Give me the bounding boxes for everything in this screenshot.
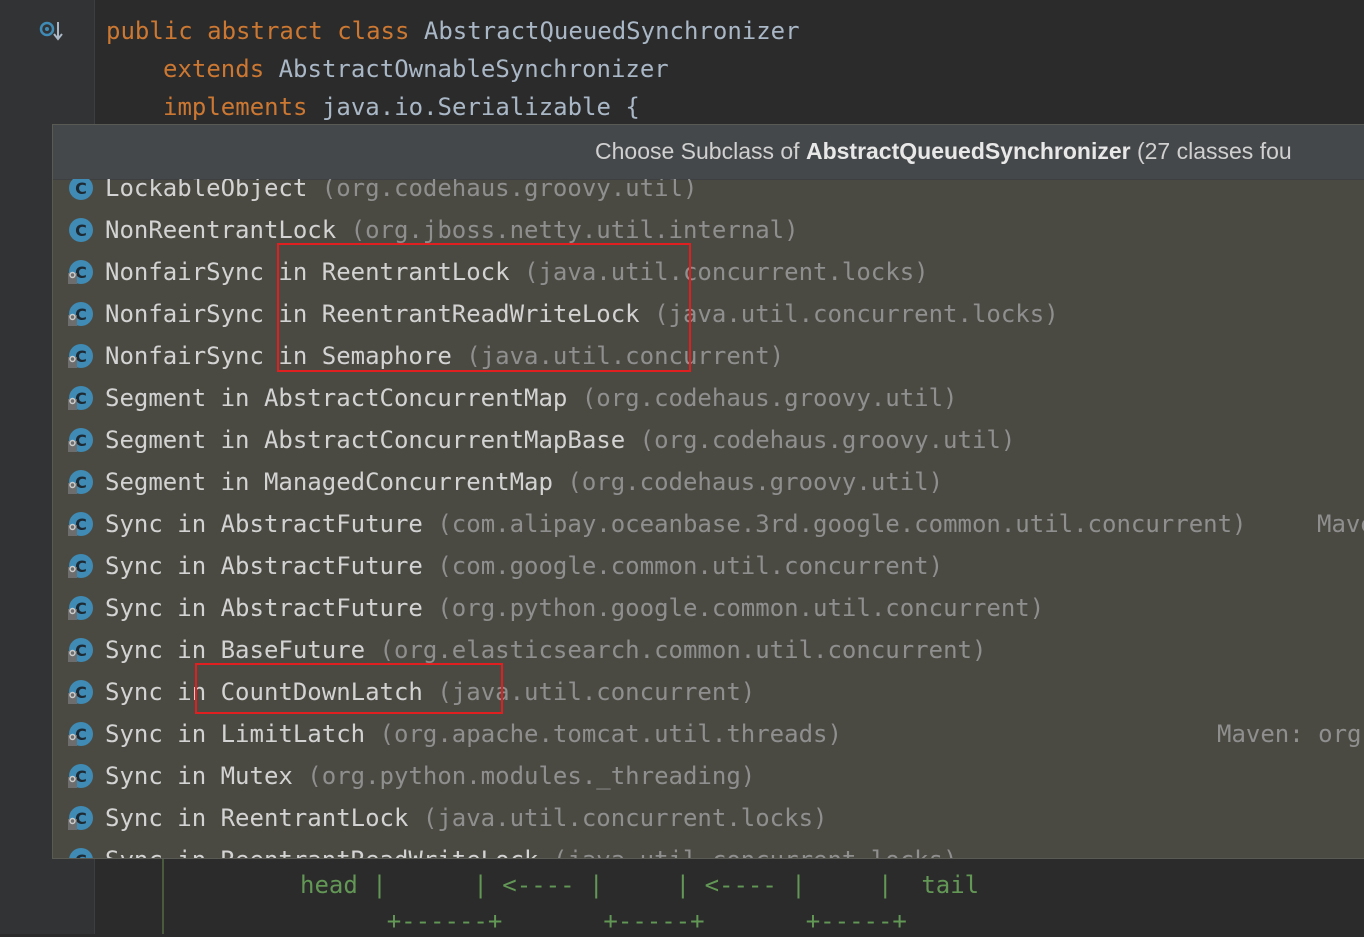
- subclass-list-item[interactable]: C Segment in ManagedConcurrentMap (org.co…: [53, 461, 1364, 503]
- subclass-package: (java.util.concurrent.locks): [408, 804, 828, 832]
- class-icon: C: [67, 804, 95, 832]
- code-line-extends: extends AbstractOwnableSynchronizer: [163, 53, 669, 85]
- interface-name[interactable]: java.io.Serializable {: [308, 93, 640, 121]
- subclass-name: LockableObject (org.codehaus.groovy.util…: [105, 179, 697, 206]
- subclass-package: (com.alipay.oceanbase.3rd.google.common.…: [422, 510, 1247, 538]
- subclass-list-item[interactable]: C NonfairSync in ReentrantLock (java.util…: [53, 251, 1364, 293]
- subclass-package: (org.elasticsearch.common.util.concurren…: [365, 636, 987, 664]
- class-icon: C: [67, 636, 95, 664]
- subclass-package: (org.python.modules._threading): [292, 762, 756, 790]
- subclass-list-item[interactable]: C LockableObject (org.codehaus.groovy.uti…: [53, 179, 1364, 209]
- subclass-name: Segment in AbstractConcurrentMap (org.co…: [105, 384, 958, 412]
- comment-line: +------+ +-----+ +-----+: [300, 907, 907, 935]
- subclass-name: Sync in AbstractFuture (com.alipay.ocean…: [105, 510, 1247, 538]
- class-icon: C: [67, 258, 95, 286]
- class-icon: C: [67, 216, 95, 244]
- subclass-list-item[interactable]: C NonfairSync in Semaphore (java.util.con…: [53, 335, 1364, 377]
- keyword: extends: [163, 55, 265, 83]
- class-icon: C: [67, 552, 95, 580]
- subclass-name: Sync in ReentrantLock (java.util.concurr…: [105, 804, 828, 832]
- subclass-package: (org.codehaus.groovy.util): [307, 179, 698, 202]
- popup-title: Choose Subclass of AbstractQueuedSynchro…: [595, 138, 1292, 164]
- subclass-list-item[interactable]: C Sync in LimitLatch (org.apache.tomcat.u…: [53, 713, 1364, 755]
- class-icon: C: [67, 342, 95, 370]
- subclass-name: Sync in ReentrantReadWriteLock (java.uti…: [105, 842, 958, 858]
- class-icon: C: [67, 720, 95, 748]
- subclass-list-item[interactable]: C Sync in ReentrantLock (java.util.concur…: [53, 797, 1364, 839]
- subclass-list-item[interactable]: C Sync in Mutex (org.python.modules._thre…: [53, 755, 1364, 797]
- code-line-class-declaration: public abstract class AbstractQueuedSync…: [106, 15, 800, 47]
- choose-subclass-popup[interactable]: Choose Subclass of AbstractQueuedSynchro…: [52, 124, 1364, 859]
- subclass-list-item[interactable]: C NonfairSync in ReentrantReadWriteLock (…: [53, 293, 1364, 335]
- code-line-implements: implements java.io.Serializable {: [163, 91, 640, 123]
- subclass-list[interactable]: C LockableObject (org.codehaus.groovy.uti…: [53, 179, 1364, 858]
- class-icon: C: [67, 300, 95, 328]
- class-icon: C: [67, 846, 95, 858]
- subclass-name: Sync in AbstractFuture (org.python.googl…: [105, 594, 1045, 622]
- subclass-name: Segment in ManagedConcurrentMap (org.cod…: [105, 468, 944, 496]
- class-icon: C: [67, 594, 95, 622]
- class-icon: C: [67, 762, 95, 790]
- subclass-name: Sync in Mutex (org.python.modules._threa…: [105, 762, 756, 790]
- subclass-package: (java.util.concurrent.locks): [639, 300, 1059, 328]
- implemented-override-icon[interactable]: [38, 18, 64, 44]
- subclass-package: (org.codehaus.groovy.util): [552, 468, 944, 496]
- subclass-list-item[interactable]: C Segment in AbstractConcurrentMapBase (o…: [53, 419, 1364, 461]
- comment-line: head | | <---- | | <---- | | tail: [300, 871, 980, 899]
- subclass-list-item[interactable]: C Sync in ReentrantReadWriteLock (java.ut…: [53, 839, 1364, 858]
- class-icon: C: [67, 179, 95, 202]
- library-label: Mave: [1317, 510, 1364, 538]
- subclass-list-item[interactable]: C NonReentrantLock (org.jboss.netty.util.…: [53, 209, 1364, 251]
- subclass-list-item[interactable]: C Sync in AbstractFuture (org.python.goog…: [53, 587, 1364, 629]
- svg-text:C: C: [75, 851, 87, 858]
- subclass-package: (com.google.common.util.concurrent): [422, 552, 944, 580]
- class-icon: C: [67, 384, 95, 412]
- subclass-name: Segment in AbstractConcurrentMapBase (or…: [105, 426, 1016, 454]
- class-icon: C: [67, 426, 95, 454]
- subclass-package: (org.codehaus.groovy.util): [625, 426, 1016, 454]
- keyword: public abstract class: [106, 17, 410, 45]
- subclass-package: (java.util.concurrent.locks): [538, 846, 958, 858]
- subclass-package: (org.jboss.netty.util.internal): [336, 216, 799, 244]
- class-icon: C: [67, 678, 95, 706]
- subclass-list-item[interactable]: C Segment in AbstractConcurrentMap (org.c…: [53, 377, 1364, 419]
- indent-guide: [162, 858, 164, 934]
- class-icon: C: [67, 510, 95, 538]
- subclass-name: Sync in AbstractFuture (com.google.commo…: [105, 552, 944, 580]
- svg-text:C: C: [75, 179, 87, 198]
- subclass-list-item[interactable]: C Sync in AbstractFuture (com.google.comm…: [53, 545, 1364, 587]
- library-label: Maven: org: [1217, 720, 1362, 748]
- superclass-name[interactable]: AbstractOwnableSynchronizer: [264, 55, 669, 83]
- class-icon: C: [67, 468, 95, 496]
- subclass-package: (org.apache.tomcat.util.threads): [365, 720, 842, 748]
- highlight-box: [195, 663, 503, 714]
- subclass-list-item[interactable]: C Sync in AbstractFuture (com.alipay.ocea…: [53, 503, 1364, 545]
- subclass-name: Sync in LimitLatch (org.apache.tomcat.ut…: [105, 720, 842, 748]
- subclass-package: (org.codehaus.groovy.util): [567, 384, 958, 412]
- subclass-package: (org.python.google.common.util.concurren…: [422, 594, 1045, 622]
- keyword: implements: [163, 93, 308, 121]
- highlight-box: [277, 243, 691, 372]
- popup-header: Choose Subclass of AbstractQueuedSynchro…: [53, 125, 1364, 180]
- svg-text:C: C: [75, 221, 87, 240]
- class-name[interactable]: AbstractQueuedSynchronizer: [409, 17, 800, 45]
